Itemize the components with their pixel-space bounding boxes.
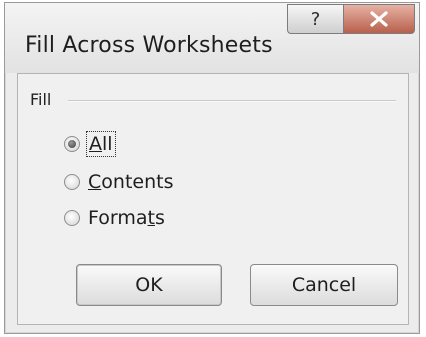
fill-across-worksheets-dialog: Fill Across Worksheets ? Fill All Conten… — [4, 2, 420, 334]
title-bar[interactable]: Fill Across Worksheets ? — [5, 3, 419, 73]
radio-contents[interactable] — [64, 174, 80, 190]
help-icon: ? — [310, 8, 321, 30]
radio-formats[interactable] — [64, 210, 80, 226]
title-bar-buttons: ? — [287, 4, 415, 34]
radio-option-contents[interactable]: Contents — [64, 170, 173, 194]
ok-button[interactable]: OK — [76, 264, 222, 306]
group-divider — [68, 100, 396, 102]
radio-all-selected[interactable] — [64, 136, 80, 152]
radio-formats-label[interactable]: Formats — [88, 207, 165, 229]
dialog-content: Fill All Contents Formats OK Cancel — [17, 73, 409, 325]
dialog-title: Fill Across Worksheets — [25, 33, 273, 58]
radio-option-formats[interactable]: Formats — [64, 206, 165, 230]
close-button[interactable] — [343, 4, 415, 34]
radio-contents-label[interactable]: Contents — [88, 171, 173, 193]
fill-group-label: Fill — [30, 90, 58, 109]
help-button[interactable]: ? — [287, 4, 343, 34]
radio-all-label[interactable]: All — [86, 131, 116, 157]
cancel-button[interactable]: Cancel — [250, 264, 398, 306]
radio-option-all[interactable]: All — [64, 131, 116, 157]
close-icon — [370, 11, 388, 27]
